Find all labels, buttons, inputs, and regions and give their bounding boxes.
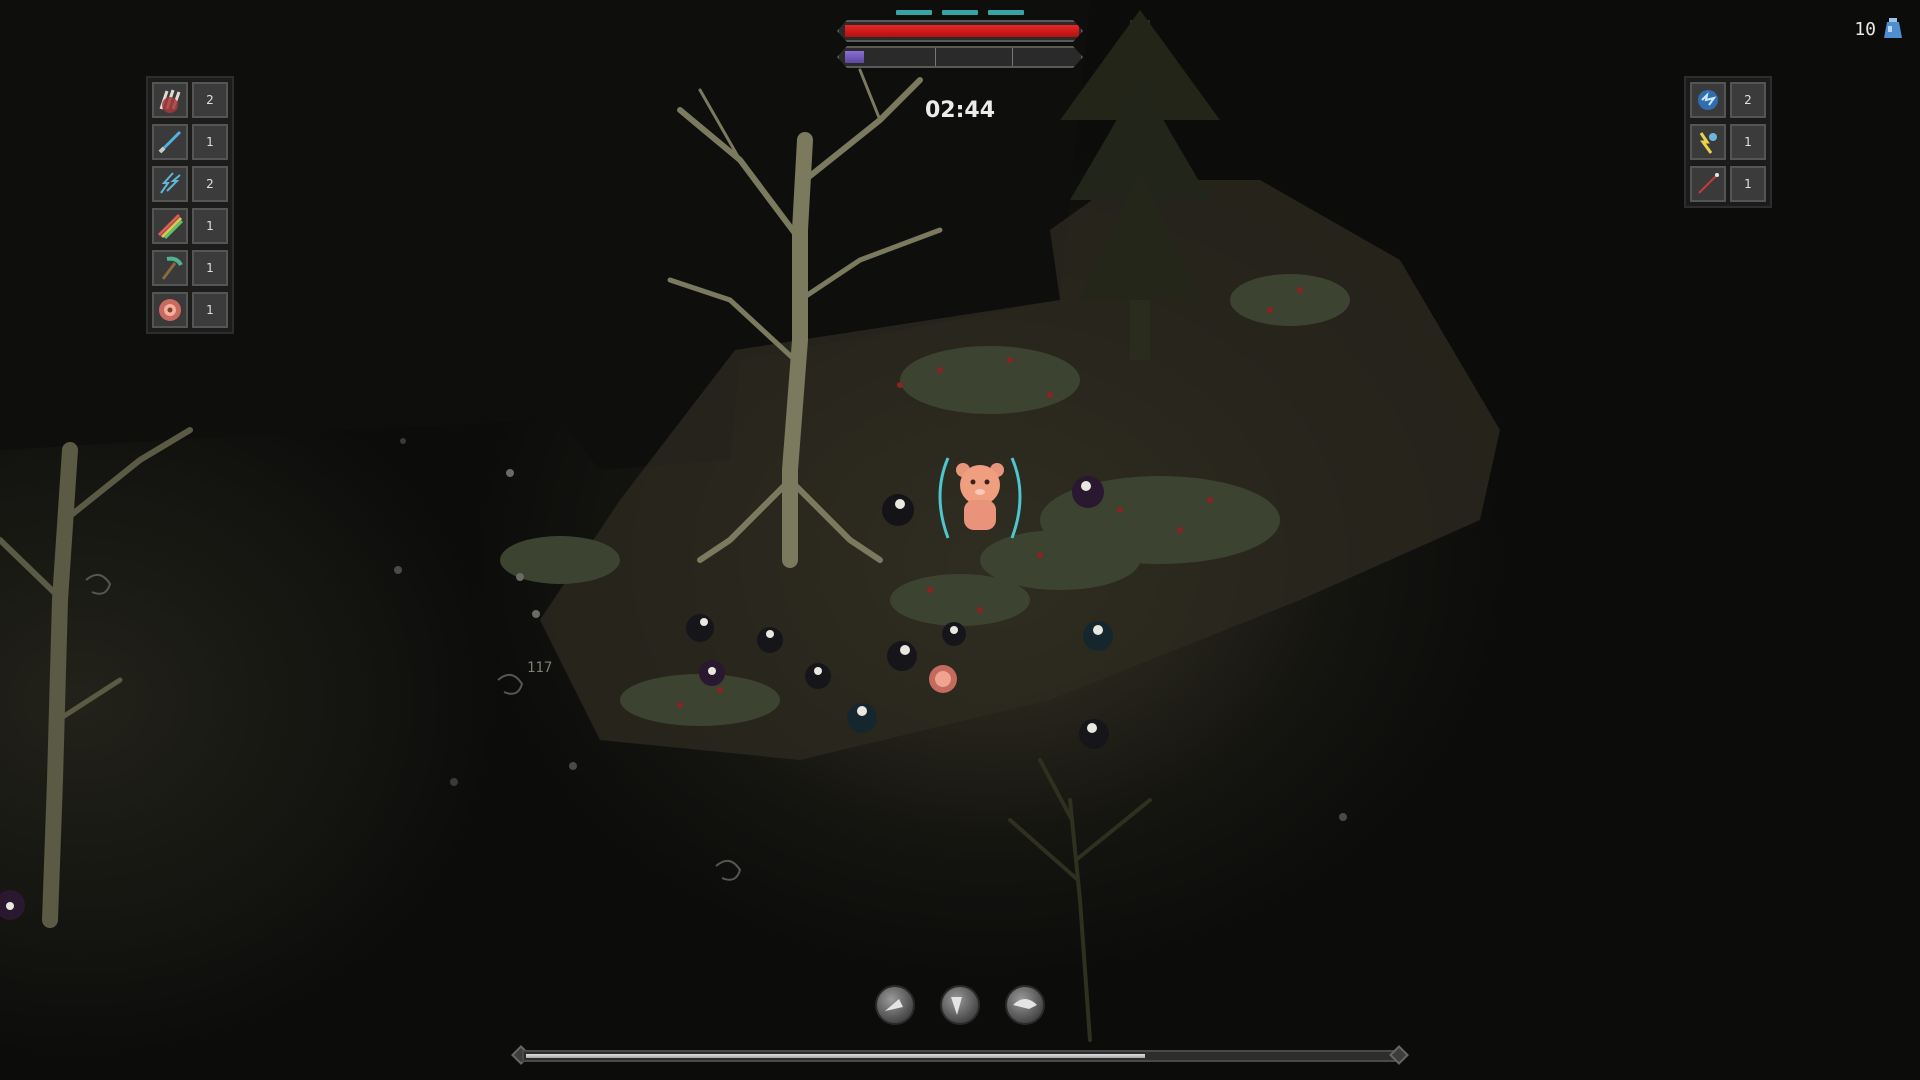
game-scene: 117 02:44 10 2 1 2 1 1 1 2 1 1 [0,0,1920,1080]
experience-bar [837,46,1083,68]
left-dead-tree [0,427,193,928]
health-frame [837,16,1083,70]
skill-level: 1 [1730,166,1766,202]
weapon-skill-panel: 2 1 2 1 1 1 [146,76,234,334]
passive-skill-slot: 1 [1690,166,1766,202]
claw-icon [152,82,188,118]
forest-world [0,0,1500,1042]
skill-level: 1 [192,292,228,328]
weapon-skill-slot: 2 [152,166,228,202]
needle-icon [1690,166,1726,202]
experience-bar-fill [845,51,864,63]
health-bar-fill [845,25,1079,37]
damage-number: 117 [527,660,553,676]
experience-tick [1012,48,1013,66]
yellow-lightning-icon [1690,124,1726,160]
dash-icon [875,985,915,1025]
skill-level: 2 [1730,82,1766,118]
progress-fill [526,1054,1146,1058]
skill-level: 1 [192,124,228,160]
sword-icon [152,124,188,160]
skill-level: 2 [192,166,228,202]
skill-level: 1 [192,208,228,244]
passive-skill-panel: 2 1 1 [1684,76,1772,208]
skill-level: 1 [192,250,228,286]
skill-level: 2 [192,82,228,118]
passive-skill-slot: 1 [1690,124,1766,160]
ability-bar [875,985,1045,1031]
vortex-icon [152,292,188,328]
passive-skill-slot: 2 [1690,82,1766,118]
rainbow-icon [152,208,188,244]
shield-pip [988,10,1024,15]
health-bar [837,20,1083,42]
weapon-skill-slot: 1 [152,292,228,328]
progress-track [522,1050,1398,1062]
gem-icon [1884,18,1902,38]
energy-orb-icon [1690,82,1726,118]
shield-icon [940,985,980,1025]
gem-counter: 10 [1854,18,1902,40]
skill-level: 1 [1730,124,1766,160]
shield-pip [896,10,932,15]
weapon-skill-slot: 2 [152,82,228,118]
lightning-icon [152,166,188,202]
weapon-skill-slot: 1 [152,124,228,160]
stage-progress [511,1045,1409,1067]
shield-pip [942,10,978,15]
gem-count: 10 [1854,18,1876,40]
vortex-projectile [929,665,957,693]
run-timer: 02:44 [924,98,996,123]
pickaxe-icon [152,250,188,286]
weapon-skill-slot: 1 [152,250,228,286]
slash-icon [1005,985,1045,1025]
experience-tick [935,48,936,66]
weapon-skill-slot: 1 [152,208,228,244]
